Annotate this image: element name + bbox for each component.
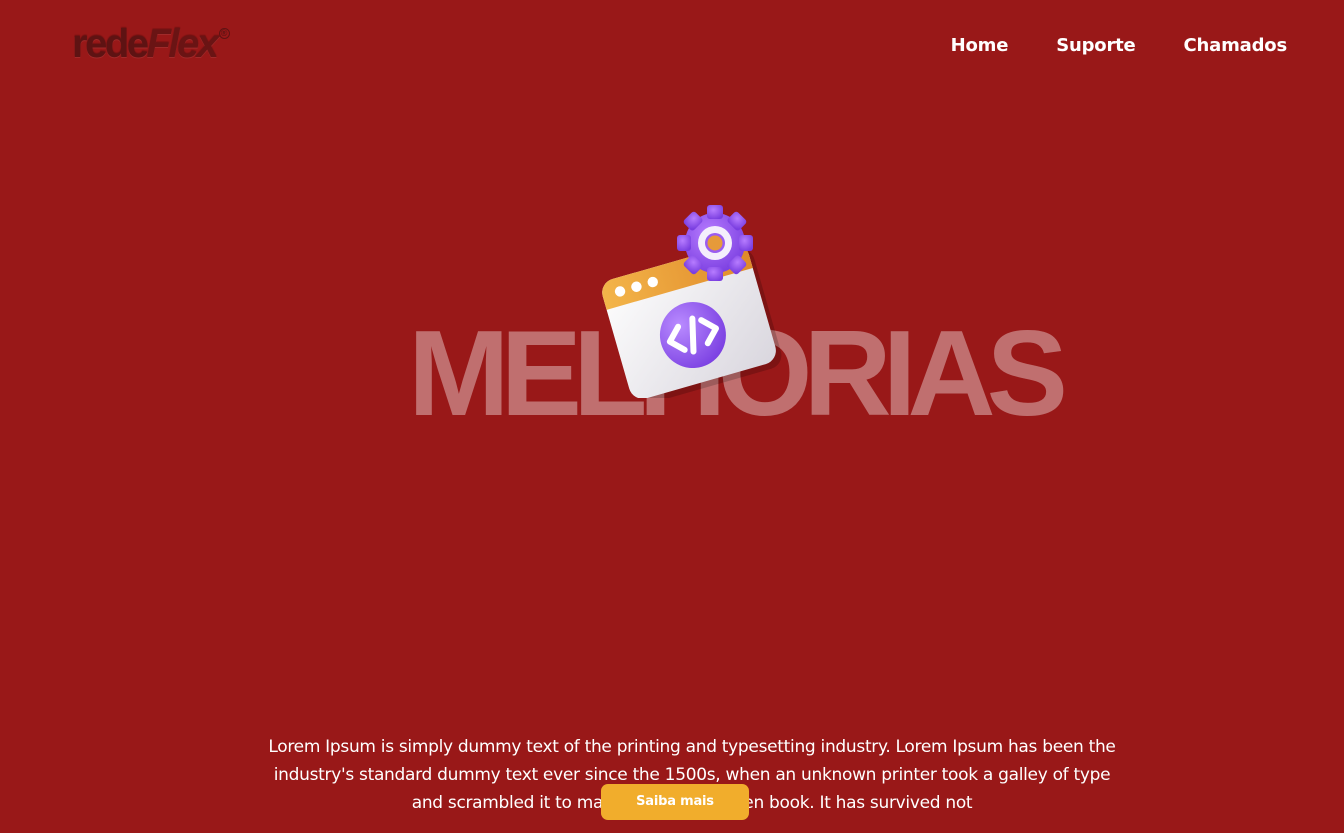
registered-mark-icon: ® — [218, 28, 230, 39]
nav-link-home[interactable]: Home — [951, 34, 1009, 58]
code-window-gear-icon — [592, 198, 782, 404]
main-nav: Home Suporte Chamados — [951, 34, 1288, 58]
logo-wordmark: redeFlex — [72, 22, 220, 66]
nav-link-chamados[interactable]: Chamados — [1184, 34, 1288, 58]
logo-text-accent: Flex — [146, 22, 220, 66]
logo-text-main: rede — [72, 22, 149, 66]
page: redeFlex ® Home Suporte Chamados MELHORI… — [0, 0, 1344, 833]
saiba-mais-button[interactable]: Saiba mais — [601, 784, 749, 820]
nav-link-suporte[interactable]: Suporte — [1056, 34, 1136, 58]
logo[interactable]: redeFlex ® — [72, 22, 230, 66]
